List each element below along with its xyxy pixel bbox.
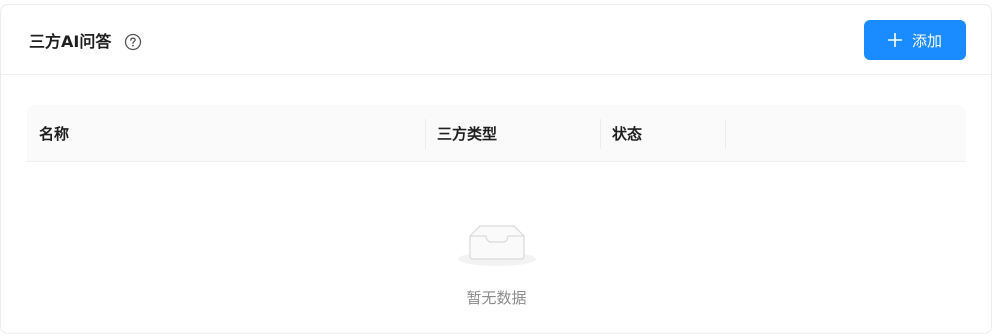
table-header: 名称 三方类型 状态 [27, 105, 966, 162]
column-header-actions [725, 105, 966, 162]
page-title: 三方AI问答 [29, 32, 112, 51]
empty-state: 暂无数据 [27, 215, 966, 308]
plus-icon [887, 33, 902, 47]
empty-inbox-icon [457, 225, 536, 266]
column-header-status: 状态 [612, 125, 643, 143]
add-button[interactable]: 添加 [864, 20, 966, 60]
add-button-label: 添加 [911, 31, 942, 50]
column-header-name: 名称 [39, 125, 70, 143]
empty-text: 暂无数据 [466, 289, 527, 307]
ai-qa-table: 名称 三方类型 状态 暂无数据 [27, 105, 966, 307]
card-header: 三方AI问答 添加 [1, 5, 991, 75]
column-header-type: 三方类型 [437, 125, 498, 143]
question-circle-icon[interactable] [124, 33, 142, 51]
third-party-ai-qa-card: 三方AI问答 添加 名称 三方类型 状态 暂无数据 [0, 4, 992, 334]
